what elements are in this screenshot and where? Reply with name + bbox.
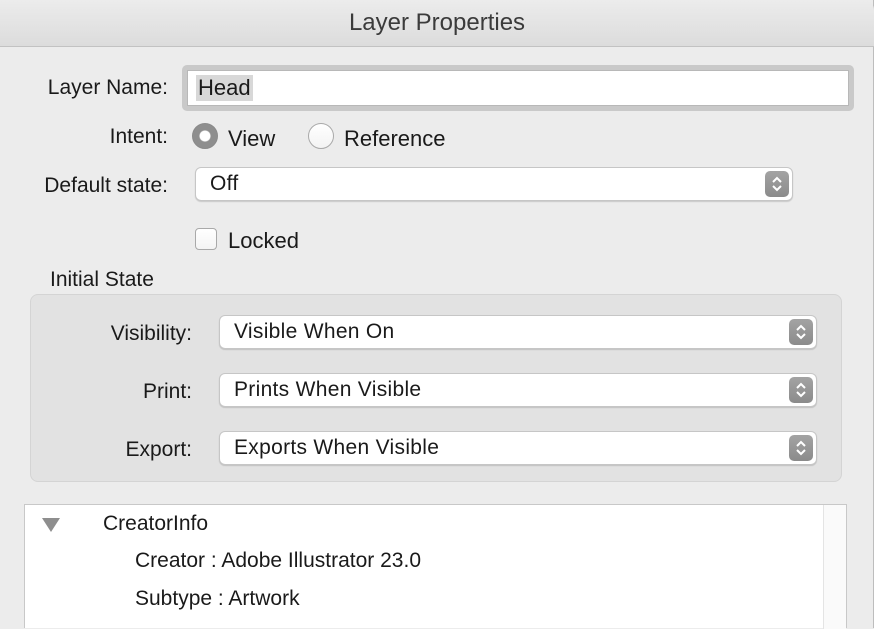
up-down-chevrons-icon [789,319,813,345]
print-value: Prints When Visible [234,378,422,401]
layer-properties-dialog: Layer Properties Layer Name: Head Intent… [0,0,874,629]
visibility-popup[interactable]: Visible When On [219,315,817,349]
layer-name-focus-ring: Head [182,65,854,111]
title-bar[interactable]: Layer Properties [0,0,874,47]
visibility-label: Visibility: [110,322,192,345]
default-state-value: Off [210,172,239,195]
layer-name-value: Head [196,75,253,101]
initial-state-heading: Initial State [50,268,154,291]
locked-checkbox[interactable] [195,228,217,250]
tree-child-subtype[interactable]: Subtype : Artwork [135,587,300,611]
export-popup[interactable]: Exports When Visible [219,431,817,465]
intent-view-label[interactable]: View [228,126,275,152]
default-state-popup[interactable]: Off [195,167,793,201]
visibility-value: Visible When On [234,320,395,343]
tree-root-label[interactable]: CreatorInfo [103,512,208,536]
tree-scrollbar[interactable] [823,505,846,629]
export-label: Export: [125,438,192,461]
tree-child-creator[interactable]: Creator : Adobe Illustrator 23.0 [135,549,421,573]
layer-name-label: Layer Name: [47,76,168,99]
default-state-label: Default state: [44,174,168,197]
creator-info-tree[interactable]: CreatorInfo Creator : Adobe Illustrator … [24,504,847,629]
print-popup[interactable]: Prints When Visible [219,373,817,407]
print-label: Print: [142,380,192,403]
up-down-chevrons-icon [789,377,813,403]
layer-name-field[interactable]: Head [187,70,849,106]
disclosure-triangle-down-icon[interactable] [41,517,61,538]
intent-label: Intent: [109,125,168,148]
export-value: Exports When Visible [234,436,440,459]
intent-reference-label[interactable]: Reference [344,126,446,152]
intent-view-radio[interactable] [192,123,218,149]
window-title: Layer Properties [348,9,526,36]
intent-reference-radio[interactable] [308,123,334,149]
up-down-chevrons-icon [765,171,789,197]
up-down-chevrons-icon [789,435,813,461]
locked-label[interactable]: Locked [228,228,299,254]
